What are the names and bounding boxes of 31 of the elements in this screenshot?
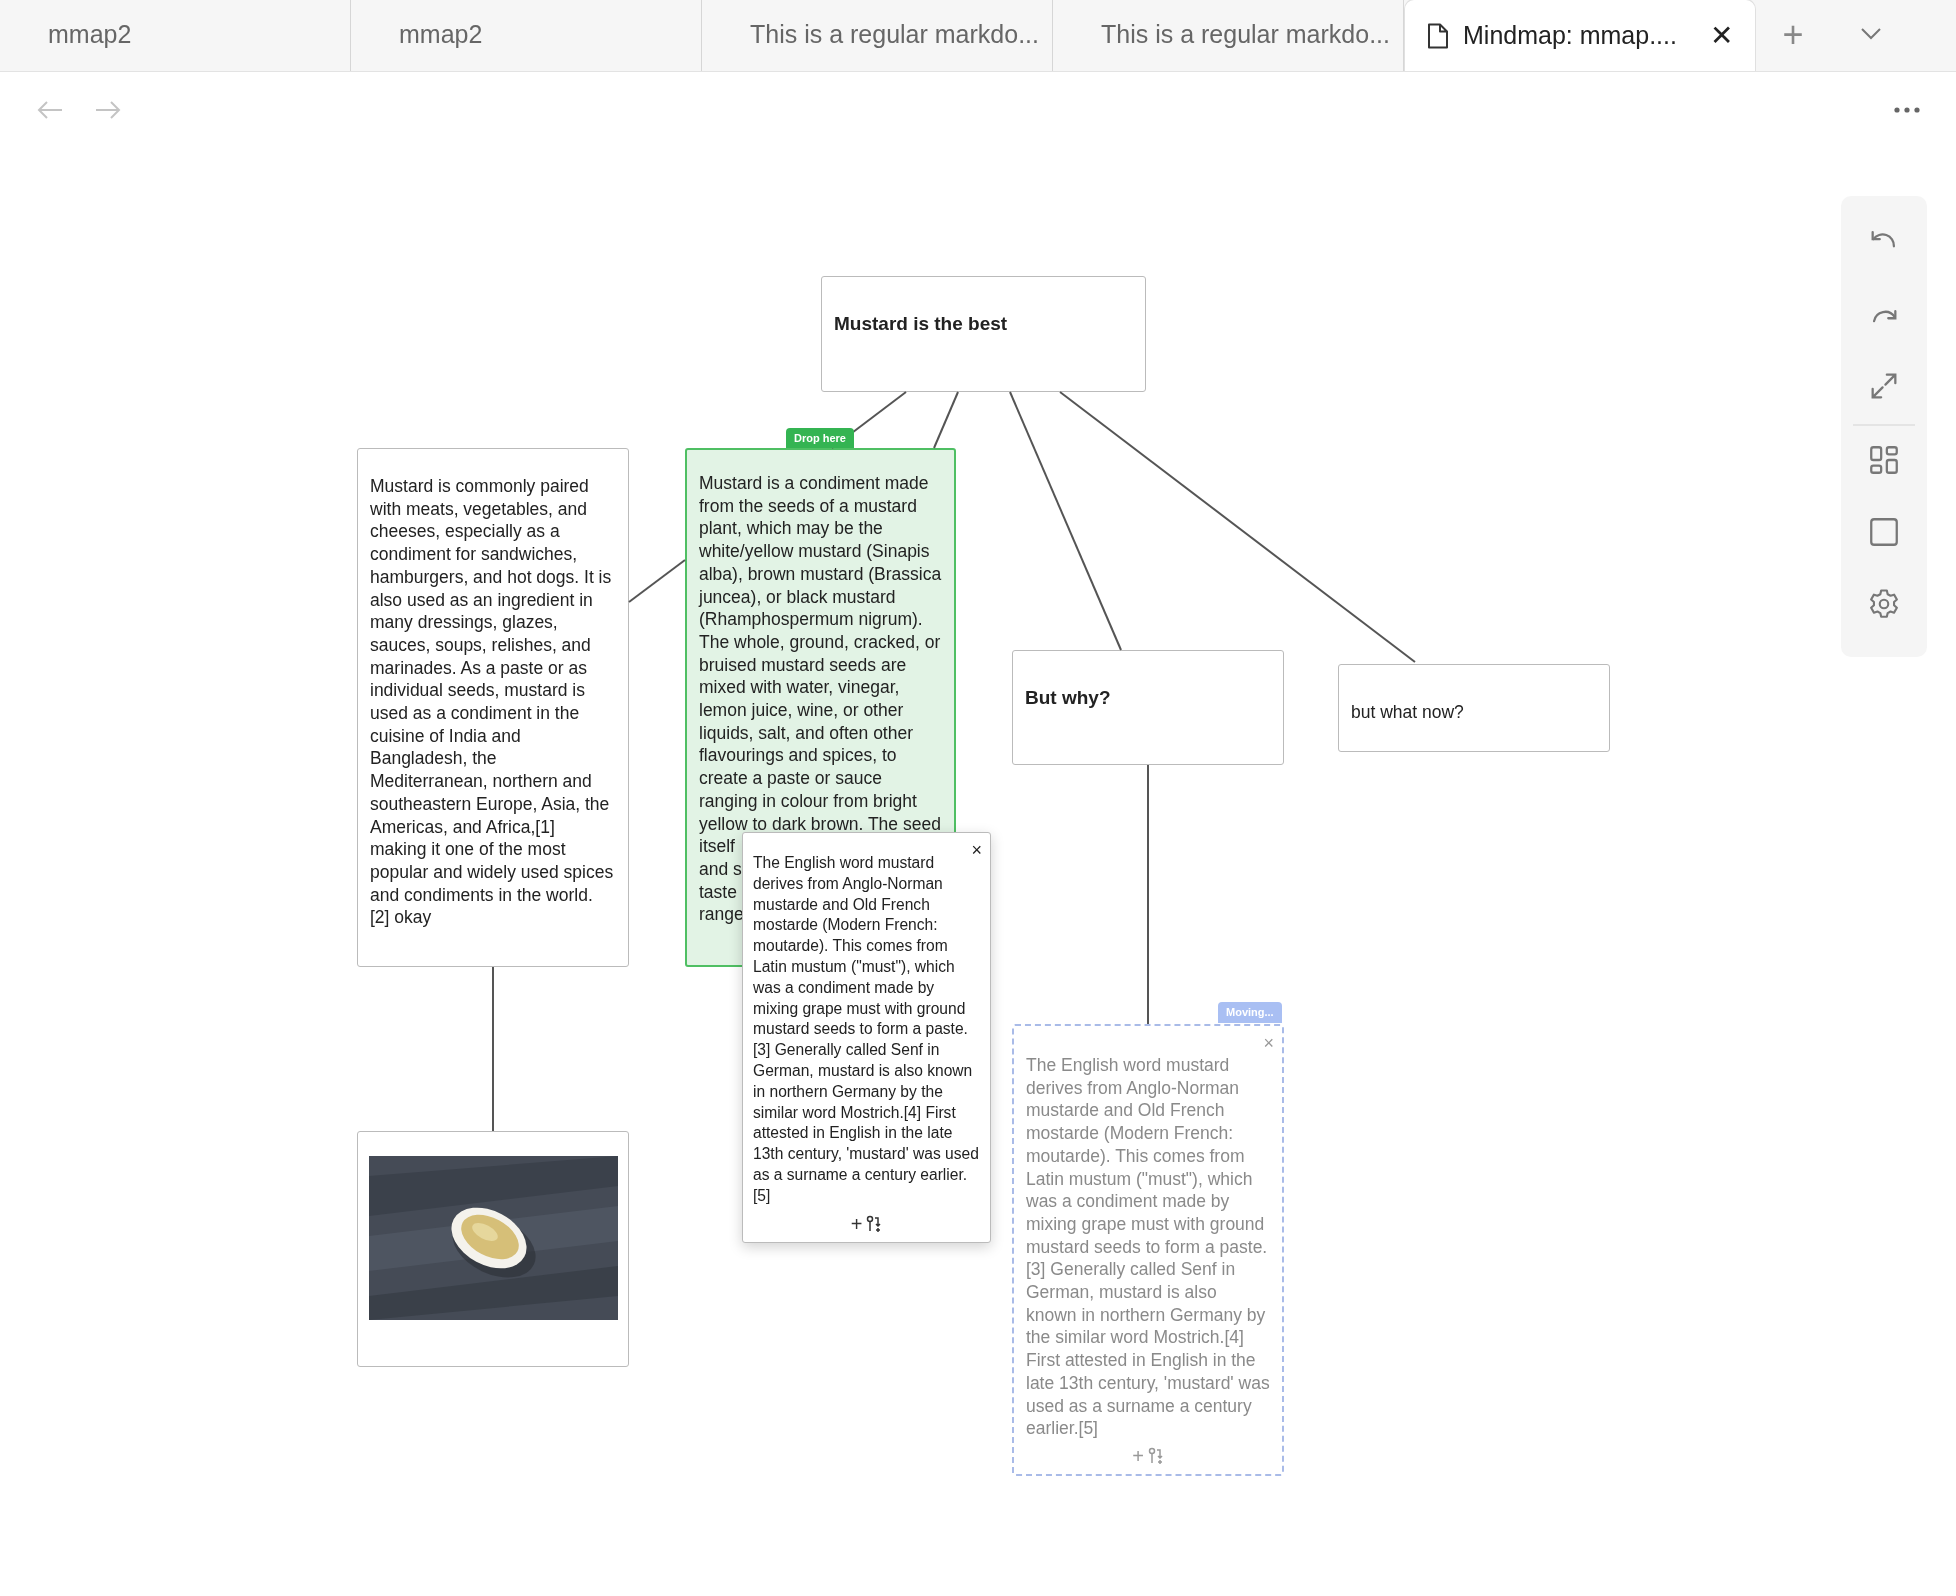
- connector-line: [628, 559, 686, 603]
- node-card[interactable]: Mustard is the best: [821, 276, 1146, 392]
- text-fragment: itself: [698, 835, 736, 858]
- moving-badge: Moving...: [1218, 1002, 1282, 1023]
- tab[interactable]: Mindmap: mmap.... ✕: [1404, 0, 1756, 71]
- branch-icon[interactable]: [866, 1215, 883, 1233]
- chevron-down-icon[interactable]: [1860, 27, 1882, 41]
- square-icon[interactable]: [1867, 515, 1901, 549]
- tab[interactable]: mmap2: [0, 0, 351, 71]
- node-card[interactable]: But why?: [1012, 650, 1284, 765]
- tab[interactable]: This is a regular markdo...: [702, 0, 1053, 71]
- drop-badge: Drop here: [786, 428, 854, 448]
- grid-icon[interactable]: [1867, 443, 1901, 477]
- add-button[interactable]: +: [850, 1214, 863, 1234]
- node-text: The English word mustard derives from Anglo-Norman mustarde and Old French mostarde (Modern French: moutarde). This comes from Latin mustum ("must"), which was a condiment made by mixing grape must with ground mustard seeds to form a paste.[3] Generally called Senf in German, mustard is also known in northern Germany by the similar word Mostrich.[4] First attested in English in the late 13th century, 'mustard' was used as a surname a century earlier.[5]: [1025, 1054, 1271, 1440]
- text-fragment: range: [698, 903, 745, 927]
- text-fragment: taste: [698, 880, 738, 904]
- text-fragment: and s: [698, 857, 743, 881]
- connector-line: [933, 391, 959, 449]
- close-tab-button[interactable]: ✕: [1710, 14, 1733, 57]
- more-icon[interactable]: [1894, 107, 1920, 113]
- node-card[interactable]: [357, 448, 629, 967]
- node-text: But why?: [1024, 687, 1112, 710]
- node-text: Mustard is the best: [833, 313, 1009, 336]
- settings-icon[interactable]: [1867, 587, 1901, 621]
- node-text: but what now?: [1350, 701, 1465, 724]
- node-text: Mustard is commonly paired with meats, vegetables, and cheeses, especially as a condiment for sandwiches, hamburgers, and hot dogs. It is also used as an ingredient in many dressings, glazes, sauces, soups, relishes, and marinades. As a paste or as individual seeds, mustard is used as a condiment in the cuisine of India and Bangladesh, the Mediterranean, northern and southeastern Europe, Asia, the Americas, and Africa,[1] making it one of the most popular and widely used spices and condiments in the world. [2] okay: [369, 475, 615, 930]
- tab[interactable]: mmap2: [351, 0, 702, 71]
- node-card[interactable]: but what now?: [1338, 664, 1610, 752]
- document-icon: [1427, 22, 1449, 49]
- node-preview-dialog[interactable]: [742, 832, 991, 1243]
